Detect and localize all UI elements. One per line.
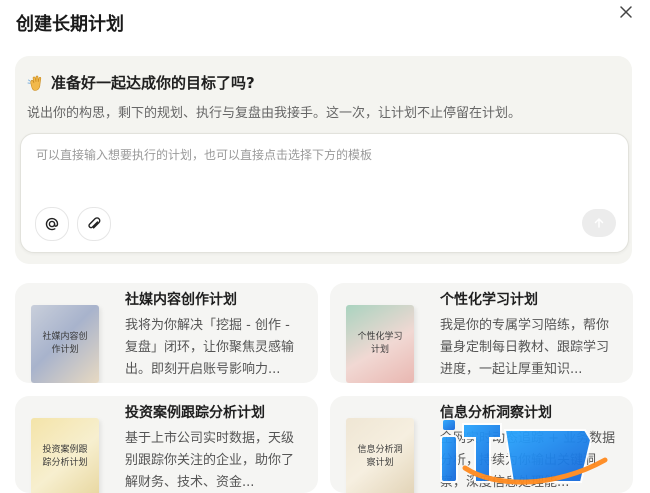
template-description: 我是你的专属学习陪练，帮你量身定制每日教材、跟踪学习进度，一起让厚重知识...	[440, 318, 610, 377]
send-button[interactable]	[582, 209, 616, 237]
template-title: 个性化学习计划	[440, 292, 538, 308]
hero-panel: 准备好一起达成你的目标了吗? 说出你的构思，剩下的规划、执行与复盘由我接手。这一…	[15, 56, 632, 264]
plan-composer	[20, 133, 629, 253]
template-cover: 信息分析洞察计划	[346, 418, 414, 493]
plan-input[interactable]	[34, 147, 598, 163]
template-title: 投资案例跟踪分析计划	[125, 405, 265, 421]
template-description: 全网实时动态追踪 + 业务数据分析，持续为你输出关键洞察，深度信息处理能...	[440, 431, 616, 490]
template-card-insight[interactable]: 信息分析洞察计划 信息分析洞察计划 全网实时动态追踪 + 业务数据分析，持续为你…	[330, 396, 633, 493]
template-card-learning[interactable]: 个性化学习计划 个性化学习计划 我是你的专属学习陪练，帮你量身定制每日教材、跟踪…	[330, 283, 633, 383]
hero-heading: 准备好一起达成你的目标了吗?	[27, 72, 255, 93]
template-card-investment[interactable]: 投资案例跟踪分析计划 投资案例跟踪分析计划 基于上市公司实时数据，天级别跟踪你关…	[15, 396, 318, 493]
template-title: 社媒内容创作计划	[125, 292, 237, 308]
template-description: 基于上市公司实时数据，天级别跟踪你关注的企业，助你了解财务、技术、资金...	[125, 431, 295, 490]
paperclip-icon	[88, 217, 101, 229]
template-cover: 社媒内容创作计划	[31, 305, 99, 383]
arrow-up-icon	[594, 218, 604, 228]
hero-subtitle: 说出你的构思，剩下的规划、执行与复盘由我接手。这一次，让计划不止停留在计划。	[27, 106, 522, 121]
template-cover: 个性化学习计划	[346, 305, 414, 383]
template-description: 我将为你解决「挖掘 - 创作 - 复盘」闭环，让你聚焦灵感输出。即刻开启账号影响…	[125, 318, 295, 377]
template-title: 信息分析洞察计划	[440, 405, 552, 421]
hero-title-text: 准备好一起达成你的目标了吗?	[51, 74, 255, 92]
at-sign-icon	[45, 217, 59, 231]
waving-hand-icon	[27, 75, 42, 91]
close-icon[interactable]	[618, 4, 634, 20]
template-cover: 投资案例跟踪分析计划	[31, 418, 99, 493]
template-card-social-media[interactable]: 社媒内容创作计划 社媒内容创作计划 我将为你解决「挖掘 - 创作 - 复盘」闭环…	[15, 283, 318, 383]
attach-button[interactable]	[77, 207, 111, 241]
mention-button[interactable]	[35, 207, 69, 241]
dialog-title: 创建长期计划	[16, 14, 124, 35]
